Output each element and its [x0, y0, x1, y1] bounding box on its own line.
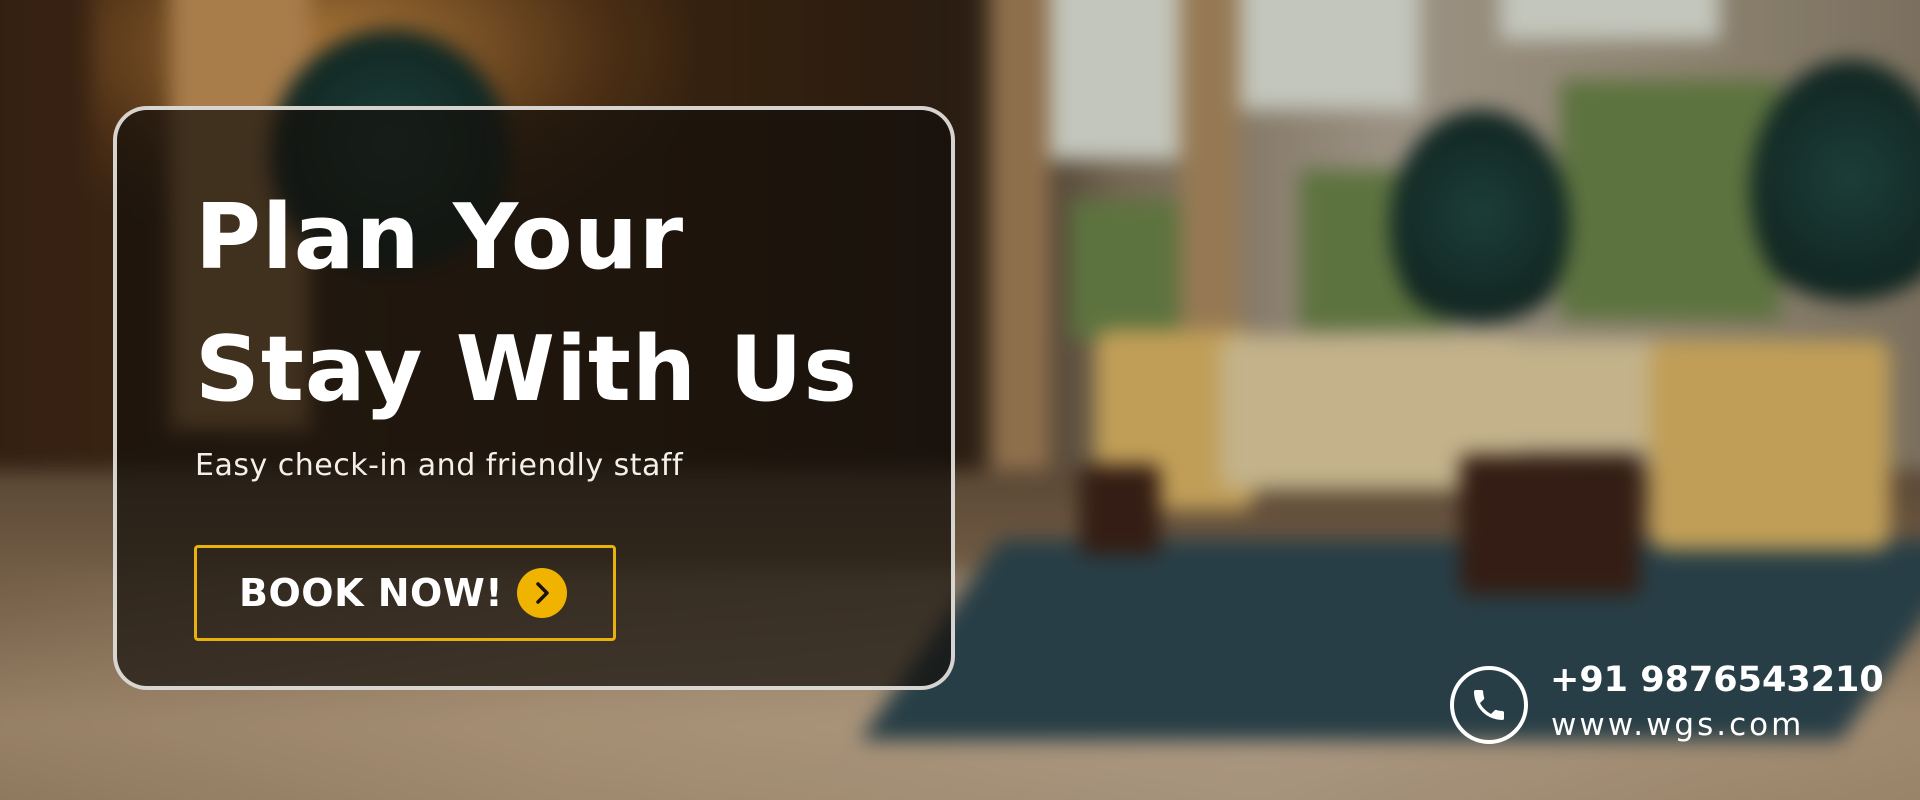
- website-url: www.wgs.com: [1551, 707, 1805, 743]
- headline-line-2: Stay With Us: [195, 317, 859, 422]
- headline: Plan Your Stay With Us: [195, 172, 858, 436]
- book-now-label: BOOK NOW!: [239, 571, 504, 615]
- contact-info: +91 9876543210 www.wgs.com: [1450, 660, 1884, 760]
- phone-number: +91 9876543210: [1550, 660, 1884, 700]
- subtitle: Easy check-in and friendly staff: [195, 448, 684, 483]
- phone-icon: [1450, 666, 1528, 744]
- promo-card: Plan Your Stay With Us Easy check-in and…: [113, 106, 955, 690]
- chevron-right-icon: [517, 568, 568, 618]
- headline-line-1: Plan Your: [195, 185, 685, 290]
- book-now-button[interactable]: BOOK NOW!: [194, 545, 616, 641]
